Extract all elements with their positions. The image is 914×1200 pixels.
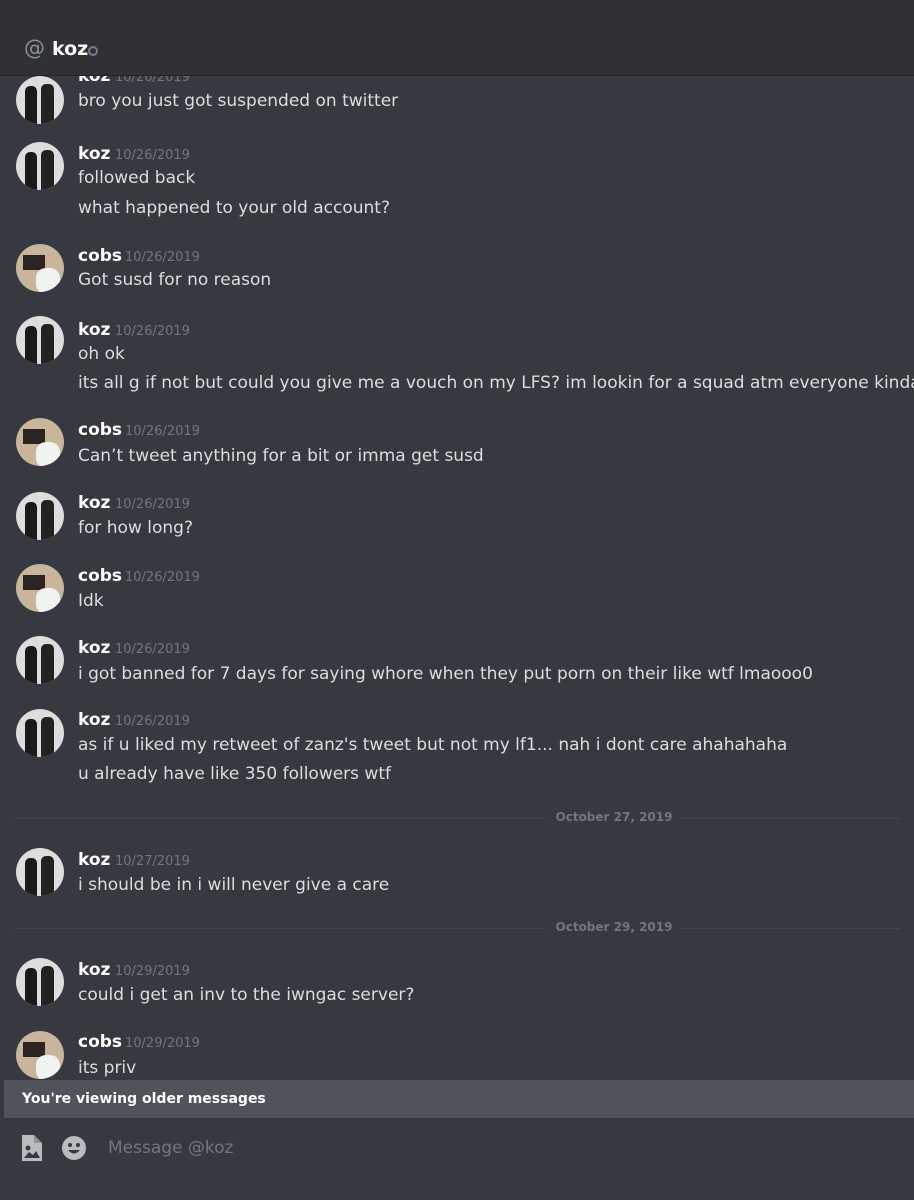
offline-status-icon — [88, 46, 98, 56]
avatar[interactable] — [16, 76, 64, 124]
message-author[interactable]: koz — [78, 493, 110, 513]
message-author[interactable]: koz — [78, 850, 110, 870]
message-text: Idk — [78, 591, 104, 611]
message-timestamp: 10/26/2019 — [125, 250, 200, 265]
message-author[interactable]: cobs — [78, 566, 122, 586]
avatar[interactable] — [16, 418, 64, 466]
message-text: i should be in i will never give a care — [78, 875, 390, 895]
message-text: Got susd for no reason — [78, 270, 272, 290]
message-timestamp: 10/26/2019 — [125, 570, 200, 585]
message-author[interactable]: cobs — [78, 420, 122, 440]
message-text: oh ok — [78, 344, 125, 364]
older-messages-banner[interactable]: You're viewing older messages — [4, 1080, 914, 1118]
message-timestamp: 10/26/2019 — [125, 424, 200, 439]
message-text: i got banned for 7 days for saying whore… — [78, 664, 813, 684]
message-input[interactable]: Message @koz — [108, 1138, 233, 1158]
message-author[interactable]: koz — [78, 638, 110, 658]
message-text: could i get an inv to the iwngac server? — [78, 985, 415, 1005]
message-timestamp: 10/26/2019 — [115, 324, 190, 339]
emoji-icon[interactable] — [62, 1136, 86, 1160]
message-text: bro you just got suspended on twitter — [78, 91, 399, 111]
date-divider-label: October 27, 2019 — [545, 810, 683, 824]
avatar[interactable] — [16, 1031, 64, 1079]
message-timestamp: 10/27/2019 — [115, 854, 190, 869]
message-text: as if u liked my retweet of zanz's tweet… — [78, 735, 788, 755]
message-author[interactable]: cobs — [78, 246, 122, 266]
dm-recipient-name[interactable]: koz — [52, 38, 88, 60]
avatar[interactable] — [16, 142, 64, 190]
avatar[interactable] — [16, 958, 64, 1006]
avatar[interactable] — [16, 848, 64, 896]
message-timestamp: 10/26/2019 — [115, 497, 190, 512]
message-author[interactable]: cobs — [78, 1032, 122, 1052]
message-timestamp: 10/29/2019 — [115, 964, 190, 979]
older-messages-label: You're viewing older messages — [22, 1091, 266, 1107]
message-text: what happened to your old account? — [78, 198, 390, 218]
message-list[interactable]: koz 10/26/2019 bro you just got suspende… — [0, 76, 914, 1080]
message-composer: Message @koz — [0, 1118, 914, 1200]
message-author[interactable]: koz — [78, 960, 110, 980]
avatar[interactable] — [16, 709, 64, 757]
avatar[interactable] — [16, 564, 64, 612]
message-timestamp: 10/26/2019 — [115, 642, 190, 657]
at-icon: @ — [24, 36, 45, 60]
avatar[interactable] — [16, 492, 64, 540]
date-divider-label: October 29, 2019 — [545, 920, 683, 934]
message-author[interactable]: koz — [78, 76, 110, 86]
message-author[interactable]: koz — [78, 320, 110, 340]
message-timestamp: 10/26/2019 — [115, 76, 190, 85]
message-text: u already have like 350 followers wtf — [78, 764, 391, 784]
message-text: its all g if not but could you give me a… — [78, 373, 914, 393]
message-timestamp: 10/29/2019 — [125, 1036, 200, 1051]
message-timestamp: 10/26/2019 — [115, 714, 190, 729]
date-divider: October 27, 2019 — [0, 810, 914, 824]
message-author[interactable]: koz — [78, 144, 110, 164]
avatar[interactable] — [16, 244, 64, 292]
date-divider: October 29, 2019 — [0, 920, 914, 934]
message-text: for how long? — [78, 518, 193, 538]
message-text: Can’t tweet anything for a bit or imma g… — [78, 446, 484, 466]
message-text: followed back — [78, 168, 196, 188]
upload-image-icon[interactable] — [20, 1135, 42, 1161]
avatar[interactable] — [16, 316, 64, 364]
avatar[interactable] — [16, 636, 64, 684]
message-timestamp: 10/26/2019 — [115, 148, 190, 163]
channel-header: @ koz — [0, 0, 914, 76]
message-author[interactable]: koz — [78, 710, 110, 730]
message-text: its priv — [78, 1058, 137, 1078]
